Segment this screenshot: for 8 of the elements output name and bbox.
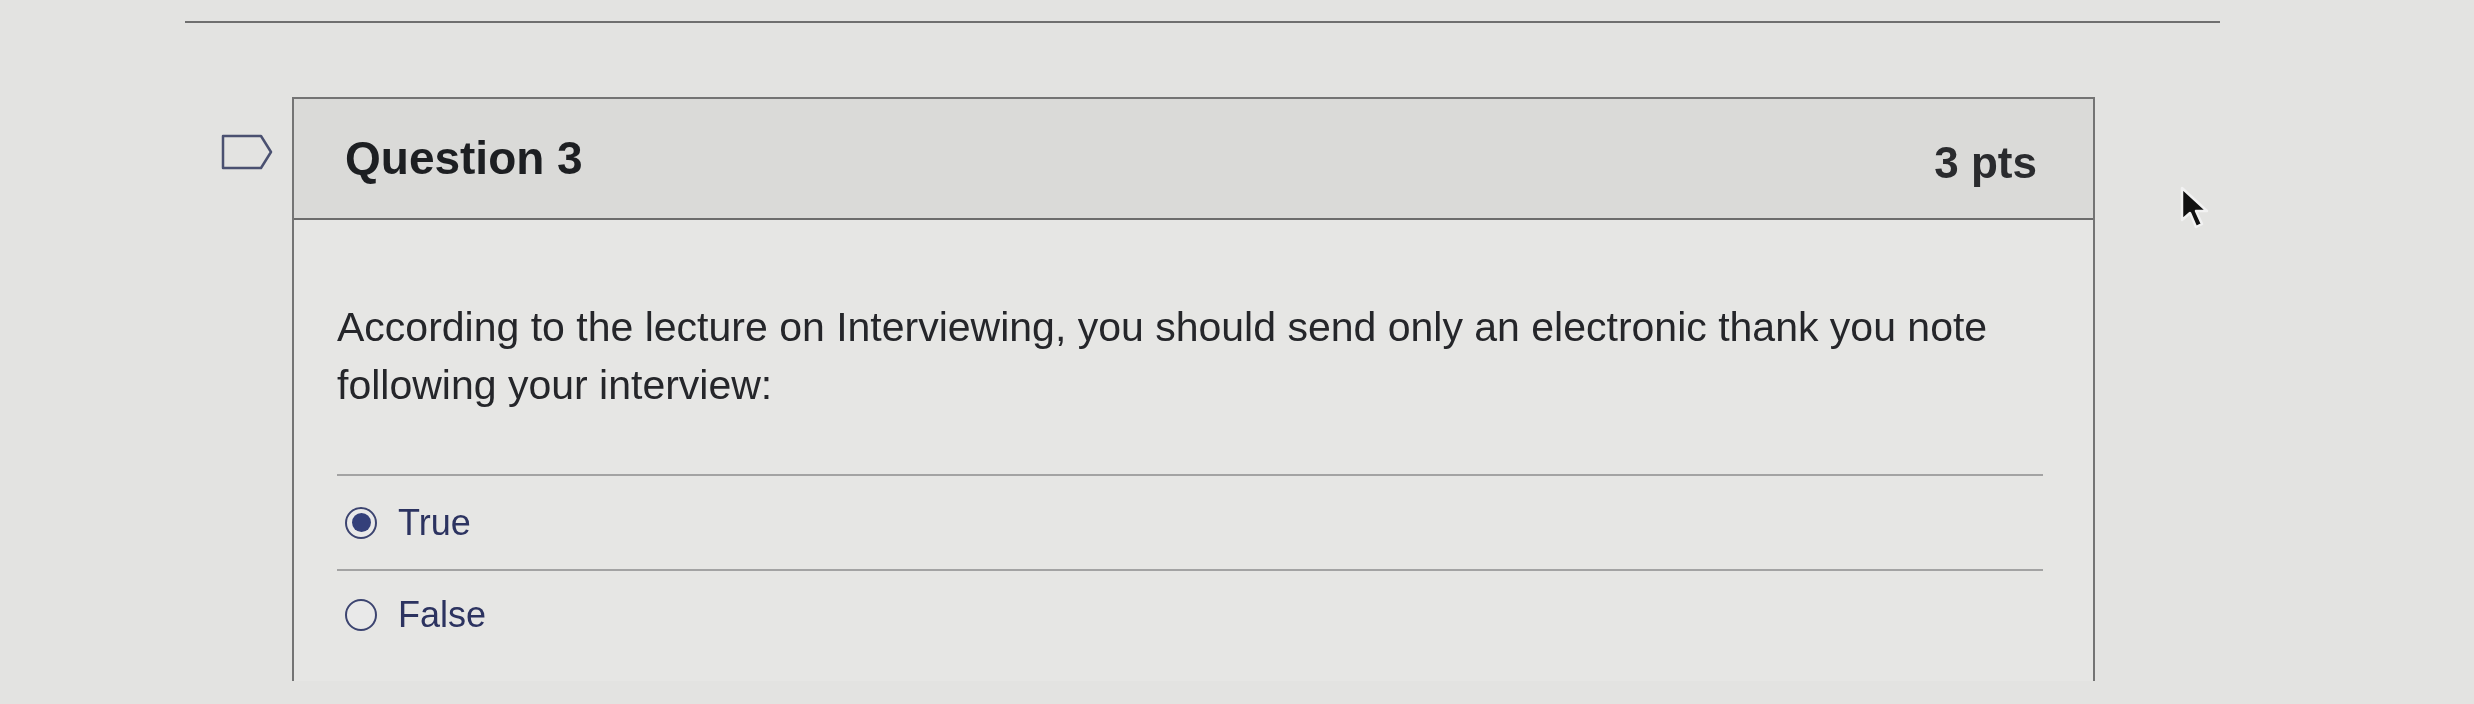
radio-button[interactable] [345, 599, 377, 631]
question-text: According to the lecture on Interviewing, you should send only an electronic thank you note following your interview: [337, 303, 1989, 410]
answer-label[interactable]: False [398, 588, 487, 642]
radio-button[interactable] [345, 506, 377, 539]
question-title: Question 3 [345, 131, 583, 186]
answer-label[interactable]: True [398, 495, 471, 550]
points-value: 3 pts [1934, 136, 2037, 189]
tag-icon[interactable] [221, 134, 273, 170]
